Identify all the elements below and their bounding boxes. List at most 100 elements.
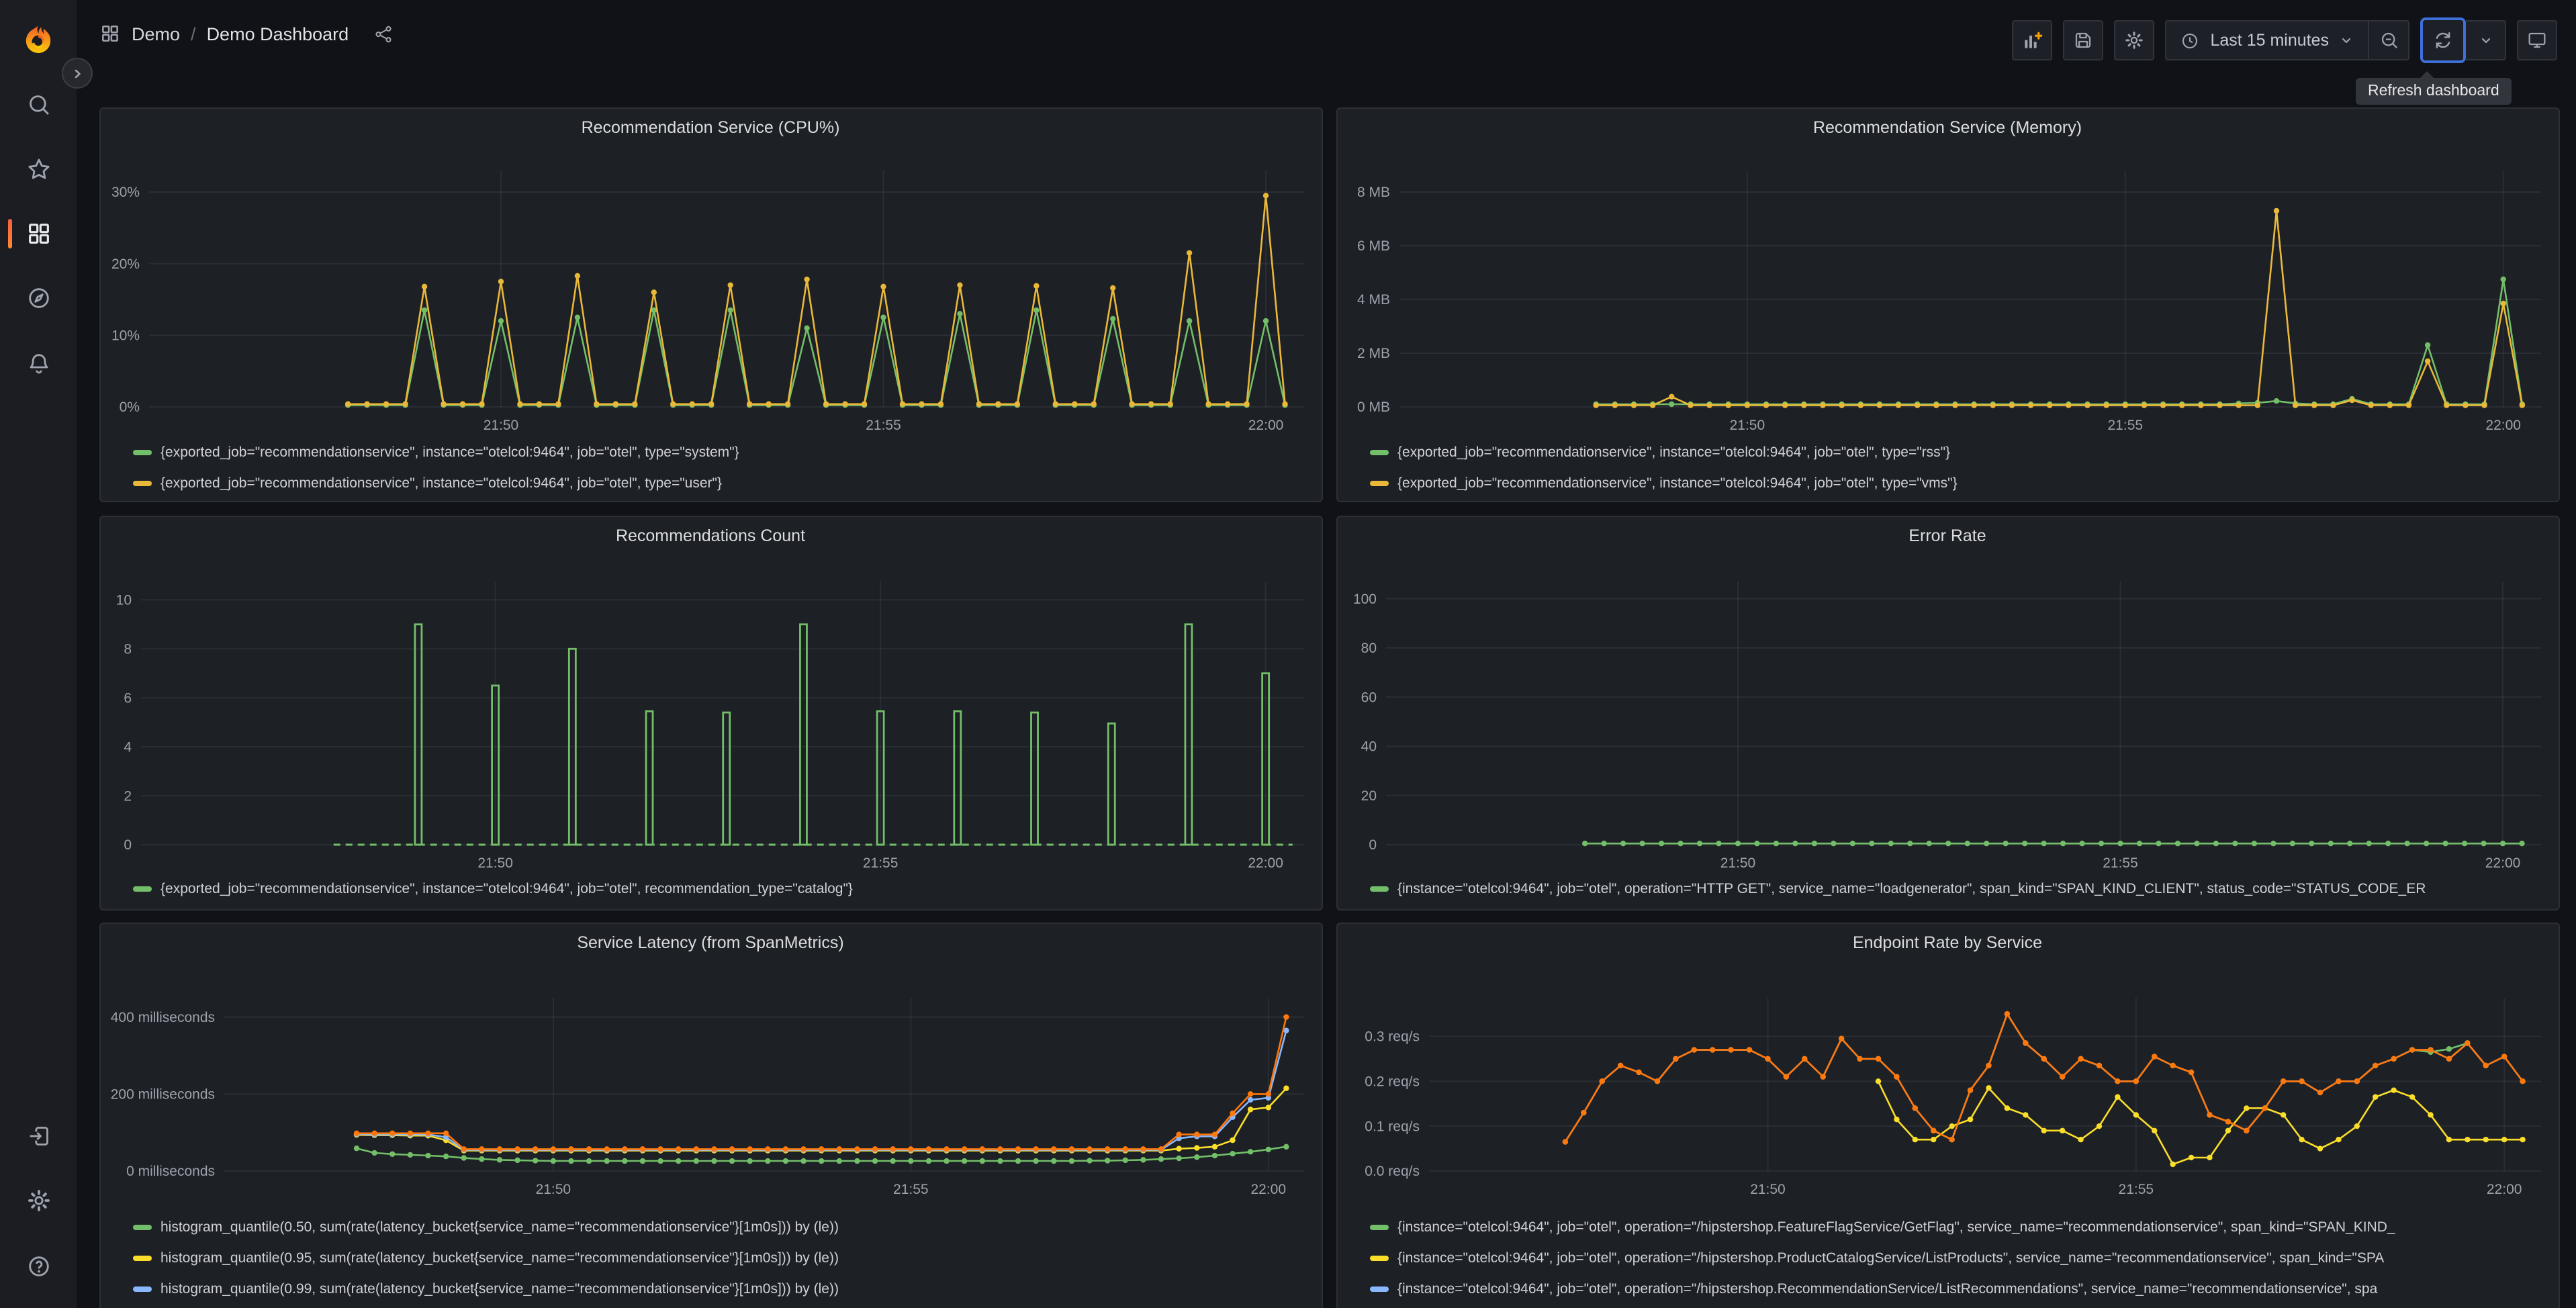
legend-label: {instance="otelcol:9464", job="otel", op… xyxy=(1397,1219,2395,1235)
add-panel-icon xyxy=(2021,30,2043,51)
panel-legend: {instance="otelcol:9464", job="otel", op… xyxy=(1369,1211,2542,1308)
legend-item[interactable]: histogram_quantile(0.999, sum(rate(laten… xyxy=(132,1304,1305,1308)
svg-text:8: 8 xyxy=(123,641,131,656)
svg-text:400 milliseconds: 400 milliseconds xyxy=(110,1010,214,1025)
legend-item[interactable]: {instance="otelcol:9464", job="otel", op… xyxy=(1369,1304,2542,1308)
star-icon xyxy=(25,156,52,183)
question-circle-icon xyxy=(25,1253,52,1280)
svg-text:100: 100 xyxy=(1352,591,1376,606)
gear-icon xyxy=(25,1187,52,1214)
svg-text:6: 6 xyxy=(123,690,131,705)
sidebar-item-sign-in[interactable] xyxy=(0,1111,77,1162)
legend-label: {instance="otelcol:9464", job="otel", op… xyxy=(1397,881,2426,897)
panel-error-rate: Error Rate 0 20 40 60 80 100 21:50 21:55 22:00 {… xyxy=(1336,515,2559,910)
refresh-interval-dropdown[interactable] xyxy=(2466,20,2506,60)
legend-item[interactable]: {instance="otelcol:9464", job="otel", op… xyxy=(1369,1242,2542,1273)
svg-text:6 MB: 6 MB xyxy=(1356,238,1389,253)
zoom-out-button[interactable] xyxy=(2369,20,2409,60)
monitor-icon xyxy=(2526,30,2548,51)
grafana-logo[interactable] xyxy=(20,21,56,58)
cycle-view-mode-button[interactable] xyxy=(2517,20,2557,60)
grafana-dashboard: Demo / Demo Dashboard Last 15 minutes Re… xyxy=(0,0,2576,1308)
svg-text:21:50: 21:50 xyxy=(1720,855,1755,870)
legend-item[interactable]: {exported_job="recommendationservice", i… xyxy=(132,437,1305,468)
legend-item[interactable]: {exported_job="recommendationservice", i… xyxy=(1369,468,2542,499)
chevron-down-icon xyxy=(2338,32,2354,48)
svg-text:200 milliseconds: 200 milliseconds xyxy=(110,1087,214,1103)
svg-text:21:55: 21:55 xyxy=(862,855,898,870)
search-icon xyxy=(25,91,52,118)
legend-item[interactable]: {exported_job="recommendationservice", i… xyxy=(1369,437,2542,468)
svg-text:21:55: 21:55 xyxy=(2118,1182,2154,1197)
sidebar-item-starred[interactable] xyxy=(0,144,77,195)
legend-swatch xyxy=(1369,886,1388,892)
legend-label: {exported_job="recommendationservice", i… xyxy=(160,475,722,492)
legend-swatch xyxy=(132,1255,151,1260)
breadcrumb: Demo / Demo Dashboard xyxy=(99,23,393,44)
refresh-focus-ring xyxy=(2420,17,2466,63)
apps-icon xyxy=(25,220,52,247)
svg-text:0 MB: 0 MB xyxy=(1356,399,1389,414)
sidebar-item-dashboards[interactable] xyxy=(0,208,77,259)
gear-icon xyxy=(2123,30,2145,51)
time-controls: Last 15 minutes xyxy=(2164,20,2409,60)
time-range-picker[interactable]: Last 15 minutes xyxy=(2164,20,2369,60)
legend-swatch xyxy=(132,1286,151,1291)
svg-text:4: 4 xyxy=(123,739,131,754)
panel-legend: histogram_quantile(0.50, sum(rate(latenc… xyxy=(132,1211,1305,1308)
refresh-icon xyxy=(2432,30,2454,51)
sidebar-item-alerting[interactable] xyxy=(0,338,77,389)
legend-swatch xyxy=(1369,1224,1388,1229)
active-indicator xyxy=(8,219,12,248)
sidebar-item-search[interactable] xyxy=(0,79,77,130)
time-series-chart[interactable]: 0 2 4 6 8 10 21:50 21:55 22:00 xyxy=(100,516,1321,908)
sidebar-item-explore[interactable] xyxy=(0,273,77,324)
sidebar-item-configuration[interactable] xyxy=(0,1175,77,1226)
legend-swatch xyxy=(132,1224,151,1229)
expand-sidebar-button[interactable] xyxy=(62,58,93,89)
legend-item[interactable]: {instance="otelcol:9464", job="otel", op… xyxy=(1369,1211,2542,1242)
svg-text:0.3 req/s: 0.3 req/s xyxy=(1364,1029,1419,1045)
svg-text:60: 60 xyxy=(1361,689,1376,704)
legend-label: histogram_quantile(0.50, sum(rate(latenc… xyxy=(160,1219,839,1235)
svg-text:21:50: 21:50 xyxy=(483,417,518,432)
svg-text:20%: 20% xyxy=(111,256,139,271)
legend-item[interactable]: {exported_job="recommendationservice", i… xyxy=(132,874,1305,904)
panel-legend: {exported_job="recommendationservice", i… xyxy=(132,437,1305,499)
svg-text:21:55: 21:55 xyxy=(2107,417,2143,432)
svg-text:22:00: 22:00 xyxy=(2485,417,2520,432)
svg-text:40: 40 xyxy=(1361,739,1376,754)
legend-item[interactable]: histogram_quantile(0.99, sum(rate(latenc… xyxy=(132,1273,1305,1304)
legend-item[interactable]: histogram_quantile(0.95, sum(rate(latenc… xyxy=(132,1242,1305,1273)
save-icon xyxy=(2072,30,2094,51)
add-panel-button[interactable] xyxy=(2011,20,2052,60)
refresh-button[interactable] xyxy=(2423,20,2463,60)
sidebar-item-help[interactable] xyxy=(0,1241,77,1292)
legend-label: histogram_quantile(0.95, sum(rate(latenc… xyxy=(160,1250,839,1266)
svg-text:30%: 30% xyxy=(111,184,139,199)
share-icon[interactable] xyxy=(373,24,393,44)
legend-swatch xyxy=(1369,450,1388,455)
svg-text:2 MB: 2 MB xyxy=(1356,345,1389,361)
legend-swatch xyxy=(132,450,151,455)
svg-text:10: 10 xyxy=(116,592,131,608)
legend-item[interactable]: histogram_quantile(0.50, sum(rate(latenc… xyxy=(132,1211,1305,1242)
panel-endpoint-rate: Endpoint Rate by Service 0.0 req/s 0.1 re… xyxy=(1336,923,2559,1308)
breadcrumb-dashboard[interactable]: Demo Dashboard xyxy=(207,24,349,44)
panel-recommendations-count: Recommendations Count 0 2 4 6 8 10 21:50 21:55 2… xyxy=(99,515,1322,910)
svg-text:21:50: 21:50 xyxy=(1749,1182,1785,1197)
top-nav: Demo / Demo Dashboard Last 15 minutes xyxy=(77,0,2576,67)
chevron-down-icon xyxy=(2477,32,2493,48)
breadcrumb-folder[interactable]: Demo xyxy=(132,24,180,44)
panel-legend: {exported_job="recommendationservice", i… xyxy=(1369,437,2542,499)
legend-label: {instance="otelcol:9464", job="otel", op… xyxy=(1397,1250,2385,1266)
time-series-chart[interactable]: 0 20 40 60 80 100 21:50 21:55 22:00 xyxy=(1337,516,2558,908)
save-dashboard-button[interactable] xyxy=(2062,20,2103,60)
legend-item[interactable]: {instance="otelcol:9464", job="otel", op… xyxy=(1369,874,2542,904)
legend-item[interactable]: {instance="otelcol:9464", job="otel", op… xyxy=(1369,1273,2542,1304)
chevron-right-icon xyxy=(69,65,85,81)
svg-text:21:50: 21:50 xyxy=(477,855,512,870)
legend-item[interactable]: {exported_job="recommendationservice", i… xyxy=(132,468,1305,499)
dashboard-settings-button[interactable] xyxy=(2113,20,2154,60)
sign-in-icon xyxy=(25,1123,52,1150)
